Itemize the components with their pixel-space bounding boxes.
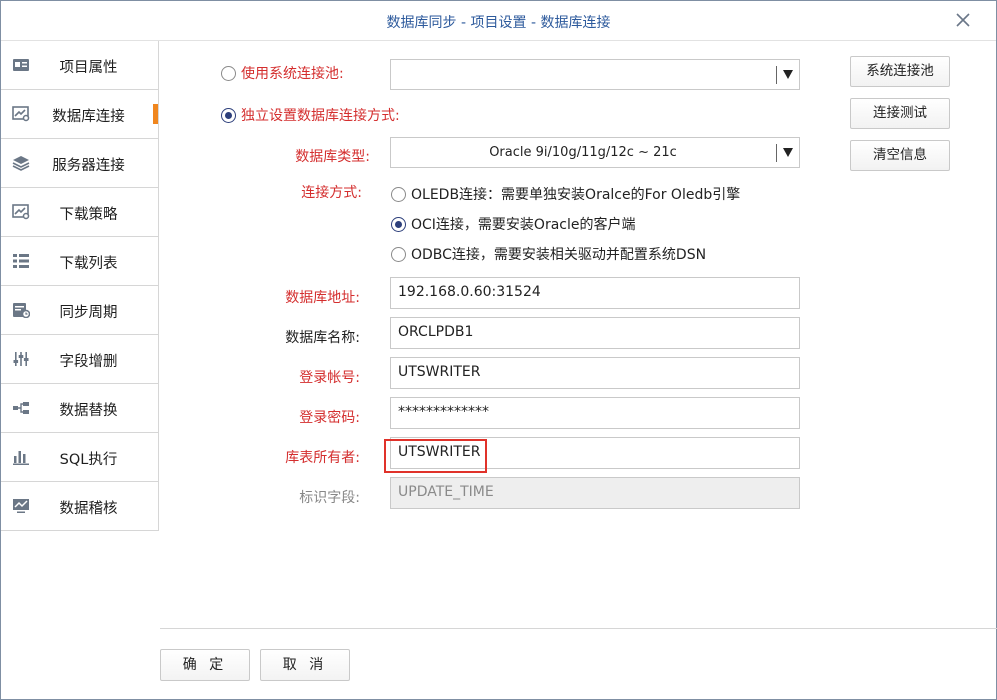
- db-address-input[interactable]: 192.168.0.60:31524: [390, 277, 800, 309]
- chevron-down-icon: [783, 70, 793, 79]
- sidebar: 项目属性 数据库连接 服务器连接 下载策略 下载列表 同步周期 字段增删 数据替…: [1, 41, 159, 531]
- connect-method-label: 连接方式:: [301, 185, 362, 201]
- db-name-label: 数据库名称:: [285, 330, 360, 346]
- radio-circle: [391, 246, 406, 262]
- close-icon: [956, 13, 970, 27]
- close-button[interactable]: [952, 9, 974, 31]
- window-title: 数据库同步 - 项目设置 - 数据库连接: [386, 15, 611, 31]
- chart-search-icon: [12, 204, 30, 220]
- sidebar-item-label: 项目属性: [59, 60, 118, 76]
- dialog-window: 数据库同步 - 项目设置 - 数据库连接 项目属性 数据库连接 服务器连接 下载…: [0, 0, 997, 700]
- sidebar-item-label: 下载策略: [59, 207, 118, 223]
- db-address-label: 数据库地址:: [285, 290, 360, 306]
- login-password-input[interactable]: *************: [390, 397, 800, 429]
- ok-button[interactable]: 确 定: [160, 649, 250, 681]
- layers-icon: [12, 156, 30, 171]
- radio-odbc-label: ODBC连接，需要安装相关驱动并配置系统DSN: [411, 247, 707, 263]
- title-bar: 数据库同步 - 项目设置 - 数据库连接: [1, 1, 996, 41]
- radio-circle: [221, 107, 236, 123]
- sliders-icon: [13, 352, 29, 366]
- chevron-down-icon: [783, 148, 793, 157]
- sidebar-item-label: 字段增删: [59, 354, 118, 370]
- sidebar-item-label: 服务器连接: [52, 158, 125, 174]
- monitor-chart-icon: [13, 499, 29, 513]
- list-icon: [13, 254, 29, 268]
- clear-info-button[interactable]: 清空信息: [850, 140, 950, 171]
- sidebar-item-data-audit[interactable]: 数据稽核: [1, 482, 158, 531]
- table-owner-input[interactable]: UTSWRITER: [390, 437, 800, 469]
- sidebar-item-label: 数据替换: [59, 403, 118, 419]
- radio-oledb[interactable]: OLEDB连接：需要单独安装Oralce的For Oledb引擎: [391, 184, 740, 204]
- sidebar-item-label: SQL执行: [59, 452, 118, 468]
- radio-circle: [391, 186, 406, 202]
- sidebar-item-download-list[interactable]: 下载列表: [1, 237, 158, 286]
- select-divider: [776, 144, 777, 162]
- cancel-button[interactable]: 取 消: [260, 649, 350, 681]
- radio-circle: [221, 65, 236, 81]
- sidebar-item-label: 下载列表: [59, 256, 118, 272]
- bar-chart-icon: [13, 451, 29, 465]
- radio-circle: [391, 216, 406, 232]
- sidebar-item-server-connection[interactable]: 服务器连接: [1, 139, 158, 188]
- system-pool-button[interactable]: 系统连接池: [850, 56, 950, 87]
- sidebar-item-data-replace[interactable]: 数据替换: [1, 384, 158, 433]
- db-name-input[interactable]: ORCLPDB1: [390, 317, 800, 349]
- radio-odbc[interactable]: ODBC连接，需要安装相关驱动并配置系统DSN: [391, 244, 706, 264]
- db-type-select[interactable]: Oracle 9i/10g/11g/12c ~ 21c: [390, 137, 800, 168]
- system-pool-select[interactable]: [390, 59, 800, 90]
- radio-independent-label: 独立设置数据库连接方式:: [241, 108, 400, 124]
- sidebar-item-field-edit[interactable]: 字段增删: [1, 335, 158, 384]
- sidebar-item-sync-cycle[interactable]: 同步周期: [1, 286, 158, 335]
- login-password-label: 登录密码:: [299, 410, 360, 426]
- sidebar-item-db-connection[interactable]: 数据库连接: [1, 90, 158, 139]
- connection-test-button[interactable]: 连接测试: [850, 98, 950, 129]
- radio-system-pool-label: 使用系统连接池:: [241, 66, 344, 82]
- db-type-value: Oracle 9i/10g/11g/12c ~ 21c: [489, 145, 677, 160]
- radio-oci-label: OCI连接，需要安装Oracle的客户端: [411, 217, 636, 233]
- radio-independent-config[interactable]: 独立设置数据库连接方式:: [221, 105, 400, 125]
- sidebar-item-project-properties[interactable]: 项目属性: [1, 41, 158, 90]
- active-indicator: [153, 104, 158, 124]
- sidebar-item-download-strategy[interactable]: 下载策略: [1, 188, 158, 237]
- sidebar-item-label: 数据稽核: [59, 501, 118, 517]
- table-owner-label: 库表所有者:: [285, 450, 360, 466]
- login-account-input[interactable]: UTSWRITER: [390, 357, 800, 389]
- radio-oci[interactable]: OCI连接，需要安装Oracle的客户端: [391, 214, 635, 234]
- select-divider: [776, 66, 777, 84]
- sidebar-item-label: 数据库连接: [52, 109, 125, 125]
- swap-icon: [13, 402, 29, 414]
- id-field-input: UPDATE_TIME: [390, 477, 800, 509]
- login-account-label: 登录帐号:: [299, 370, 360, 386]
- id-field-label: 标识字段:: [299, 490, 360, 506]
- db-type-label: 数据库类型:: [295, 149, 370, 165]
- sidebar-item-label: 同步周期: [59, 305, 118, 321]
- settings-panel: 使用系统连接池: 独立设置数据库连接方式: 数据库类型: Oracle 9i/1…: [160, 41, 997, 629]
- radio-system-pool[interactable]: 使用系统连接池:: [221, 63, 344, 83]
- radio-oledb-label: OLEDB连接：需要单独安装Oralce的For Oledb引擎: [411, 187, 741, 203]
- card-icon: [13, 59, 29, 71]
- calendar-icon: [13, 303, 30, 318]
- chart-search-icon: [12, 106, 30, 122]
- sidebar-item-sql-exec[interactable]: SQL执行: [1, 433, 158, 482]
